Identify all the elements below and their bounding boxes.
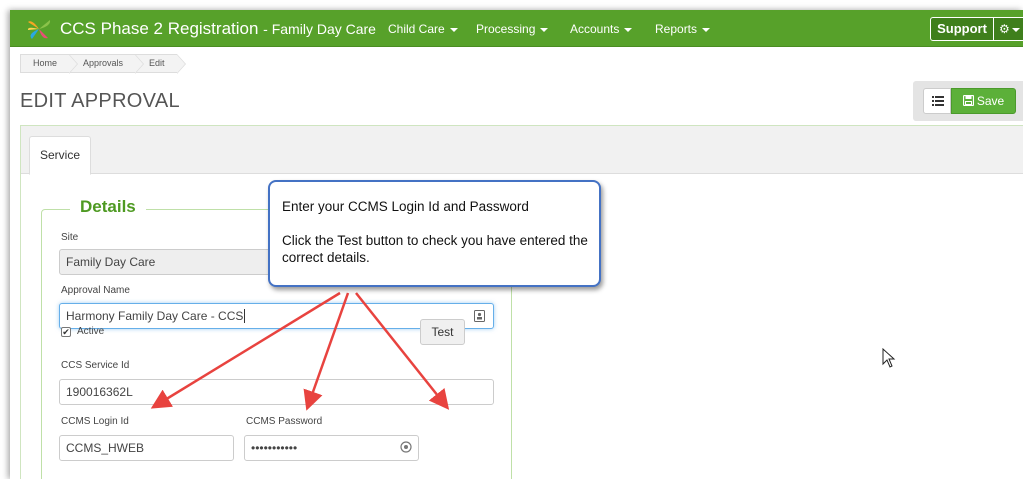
password-reveal-icon[interactable] [400, 441, 412, 453]
nav-reports[interactable]: Reports [655, 22, 711, 36]
save-label: Save [976, 94, 1005, 108]
approval-name-label: Approval Name [61, 285, 130, 296]
app-title-sub: - Family Day Care [263, 21, 376, 37]
caret-down-icon [540, 27, 549, 32]
test-button[interactable]: Test [420, 319, 465, 345]
tab-service[interactable]: Service [29, 136, 91, 175]
toolbar: Save [913, 81, 1023, 121]
support-button[interactable]: Support [930, 17, 994, 41]
nav-accounts[interactable]: Accounts [570, 22, 633, 36]
breadcrumb: Home Approvals Edit [20, 54, 185, 74]
gear-icon: ⚙ [999, 22, 1010, 36]
ccms-password-label: CCMS Password [246, 416, 323, 427]
site-label: Site [61, 232, 79, 243]
breadcrumb-approvals[interactable]: Approvals [69, 54, 145, 74]
callout-line-1: Enter your CCMS Login Id and Password [282, 199, 529, 214]
text-caret [244, 309, 246, 323]
settings-dropdown-button[interactable]: ⚙ [994, 17, 1023, 41]
ccms-login-label: CCMS Login Id [61, 416, 129, 427]
active-checkbox[interactable]: ✔ [61, 327, 71, 337]
floppy-disk-icon [962, 94, 974, 107]
caret-down-icon [624, 27, 633, 32]
caret-down-icon [702, 27, 711, 32]
app-title[interactable]: CCS Phase 2 Registration - Family Day Ca… [60, 19, 376, 39]
page-title: EDIT APPROVAL [20, 90, 180, 112]
ccms-password-value: ••••••••••• [251, 441, 298, 455]
tab-bar: Service [21, 126, 1023, 175]
ccs-service-id-label: CCS Service Id [61, 360, 130, 371]
mouse-pointer-icon [882, 348, 896, 368]
nav-processing[interactable]: Processing [476, 22, 549, 36]
ccs-service-id-input[interactable]: 190016362L [59, 379, 494, 405]
ccms-password-input[interactable]: ••••••••••• [244, 435, 419, 461]
details-title: Details [70, 197, 146, 217]
nav-label: Child Care [388, 22, 445, 36]
app-logo-icon [27, 20, 51, 39]
nav-child-care[interactable]: Child Care [388, 22, 458, 36]
app-window: CCS Phase 2 Registration - Family Day Ca… [10, 10, 1023, 479]
save-button[interactable]: Save [951, 88, 1016, 114]
approval-name-value: Harmony Family Day Care - CCS [66, 309, 244, 323]
edit-panel: Service Details Site Family Day Care App… [20, 125, 1023, 479]
nav-label: Accounts [570, 22, 620, 36]
nav-label: Reports [655, 22, 698, 36]
caret-down-icon [1011, 27, 1020, 32]
callout-line-2: Click the Test button to check you have … [282, 233, 588, 265]
active-label: Active [77, 326, 105, 337]
ccms-login-input[interactable]: CCMS_HWEB [59, 435, 234, 461]
breadcrumb-home[interactable]: Home [20, 54, 79, 74]
instruction-callout: Enter your CCMS Login Id and Password Cl… [268, 180, 601, 287]
top-navbar: CCS Phase 2 Registration - Family Day Ca… [10, 10, 1023, 47]
caret-down-icon [449, 27, 458, 32]
list-view-button[interactable] [923, 88, 951, 114]
site-select[interactable]: Family Day Care [59, 249, 299, 275]
contact-card-icon [474, 310, 485, 322]
app-title-main: CCS Phase 2 Registration [60, 19, 259, 38]
nav-label: Processing [476, 22, 536, 36]
list-icon [932, 96, 944, 106]
